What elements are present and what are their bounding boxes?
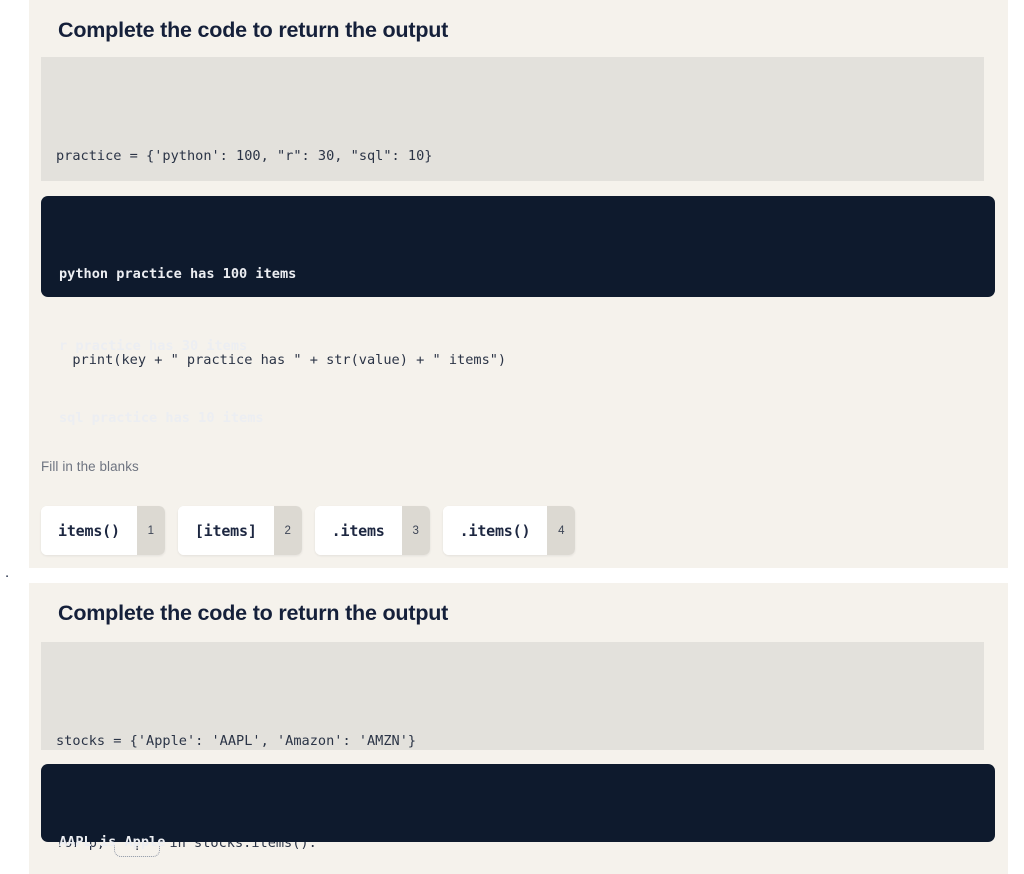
code-line: stocks = {'Apple': 'AAPL', 'Amazon': 'AM…	[56, 724, 984, 758]
exercise-page: Complete the code to return the output p…	[0, 0, 1024, 874]
code-snippet-1: practice = {'python': 100, "r": 30, "sql…	[41, 57, 984, 181]
answer-option-label: .items()	[443, 506, 548, 555]
output-line: python practice has 100 items	[59, 262, 995, 286]
answer-option-label: .items	[315, 506, 402, 555]
answer-option-4[interactable]: .items() 4	[443, 506, 576, 555]
exercise-card-1: Complete the code to return the output p…	[29, 0, 1008, 568]
output-line: AAPL is Apple	[59, 830, 995, 854]
code-text: stocks = {'Apple': 'AAPL', 'Amazon': 'AM…	[56, 733, 416, 749]
stray-period-marker: .	[5, 565, 9, 580]
output-line: sql practice has 10 items	[59, 406, 995, 430]
fill-in-the-blanks-label: Fill in the blanks	[41, 459, 139, 474]
code-line: practice = {'python': 100, "r": 30, "sql…	[56, 139, 984, 173]
output-console-1: python practice has 100 items r practice…	[41, 196, 995, 297]
page-title-2: Complete the code to return the output	[29, 583, 1008, 627]
answer-option-index: 4	[547, 506, 575, 555]
answer-option-label: [items]	[178, 506, 274, 555]
answer-option-1[interactable]: items() 1	[41, 506, 165, 555]
answer-option-index: 1	[137, 506, 165, 555]
code-text: practice = {'python': 100, "r": 30, "sql…	[56, 148, 432, 164]
answer-option-label: items()	[41, 506, 137, 555]
answer-option-index: 3	[402, 506, 430, 555]
answer-option-2[interactable]: [items] 2	[178, 506, 302, 555]
output-line: r practice has 30 items	[59, 334, 995, 358]
page-title: Complete the code to return the output	[29, 0, 1008, 44]
output-console-2: AAPL is Apple AMZN is Amazon	[41, 764, 995, 842]
answer-options-list: items() 1 [items] 2 .items 3 .items() 4	[41, 506, 575, 555]
answer-option-index: 2	[274, 506, 302, 555]
code-snippet-2: stocks = {'Apple': 'AAPL', 'Amazon': 'AM…	[41, 642, 984, 750]
answer-option-3[interactable]: .items 3	[315, 506, 430, 555]
